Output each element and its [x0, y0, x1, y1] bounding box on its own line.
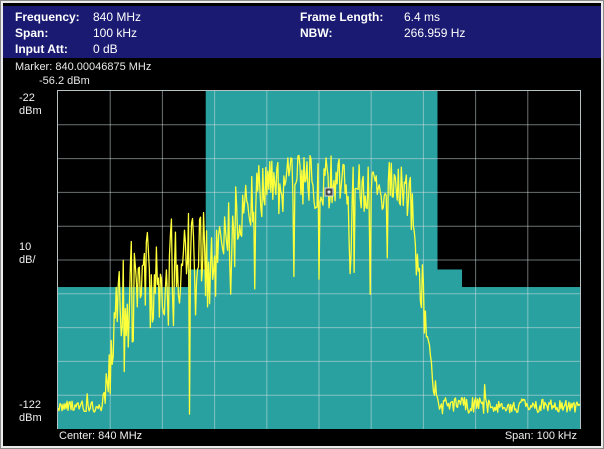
- bottom-level-label: -122 dBm: [19, 399, 57, 425]
- ref-level-value: -22: [19, 92, 57, 105]
- bottom-level-unit: dBm: [19, 412, 57, 425]
- span-row: Span: 100 kHz: [15, 25, 300, 41]
- frequency-value: 840 MHz: [93, 9, 141, 25]
- plot-footer: Center: 840 MHz Span: 100 kHz: [3, 429, 601, 445]
- input-att-value: 0 dB: [93, 41, 118, 57]
- spectrum-analyzer-screen: Frequency: 840 MHz Span: 100 kHz Input A…: [3, 3, 601, 446]
- bottom-level-value: -122: [19, 399, 57, 412]
- scale-value: 10: [19, 241, 57, 254]
- settings-right-column: Frame Length: 6.4 ms NBW: 266.959 Hz: [300, 9, 601, 41]
- ref-level-label: -22 dBm: [19, 92, 57, 118]
- center-frequency-readout: Center: 840 MHz: [59, 430, 142, 445]
- frequency-label: Frequency:: [15, 9, 93, 25]
- input-att-row: Input Att: 0 dB: [15, 41, 300, 57]
- ref-level-unit: dBm: [19, 105, 57, 118]
- input-att-label: Input Att:: [15, 41, 93, 57]
- scale-unit: dB/: [19, 254, 57, 267]
- spectrum-trace-svg: [58, 91, 580, 429]
- span-value: 100 kHz: [93, 25, 137, 41]
- frame-length-label: Frame Length:: [300, 9, 404, 25]
- nbw-label: NBW:: [300, 25, 404, 41]
- nbw-value: 266.959 Hz: [404, 25, 465, 41]
- frame-length-row: Frame Length: 6.4 ms: [300, 9, 601, 25]
- marker-amplitude-readout: -56.2 dBm: [15, 74, 601, 88]
- settings-left-column: Frequency: 840 MHz Span: 100 kHz Input A…: [15, 9, 300, 57]
- marker-readout-block: Marker: 840.00046875 MHz -56.2 dBm: [3, 59, 601, 89]
- frequency-row: Frequency: 840 MHz: [15, 9, 300, 25]
- frame-length-value: 6.4 ms: [404, 9, 440, 25]
- nbw-row: NBW: 266.959 Hz: [300, 25, 601, 41]
- marker-symbol: [325, 188, 334, 197]
- instrument-bezel: Frequency: 840 MHz Span: 100 kHz Input A…: [0, 0, 604, 449]
- spectrum-plot: [57, 90, 581, 430]
- span-label: Span:: [15, 25, 93, 41]
- span-readout: Span: 100 kHz: [505, 430, 577, 445]
- scale-per-div-label: 10 dB/: [19, 241, 57, 267]
- marker-frequency-readout: Marker: 840.00046875 MHz: [15, 60, 601, 74]
- settings-header: Frequency: 840 MHz Span: 100 kHz Input A…: [3, 6, 601, 58]
